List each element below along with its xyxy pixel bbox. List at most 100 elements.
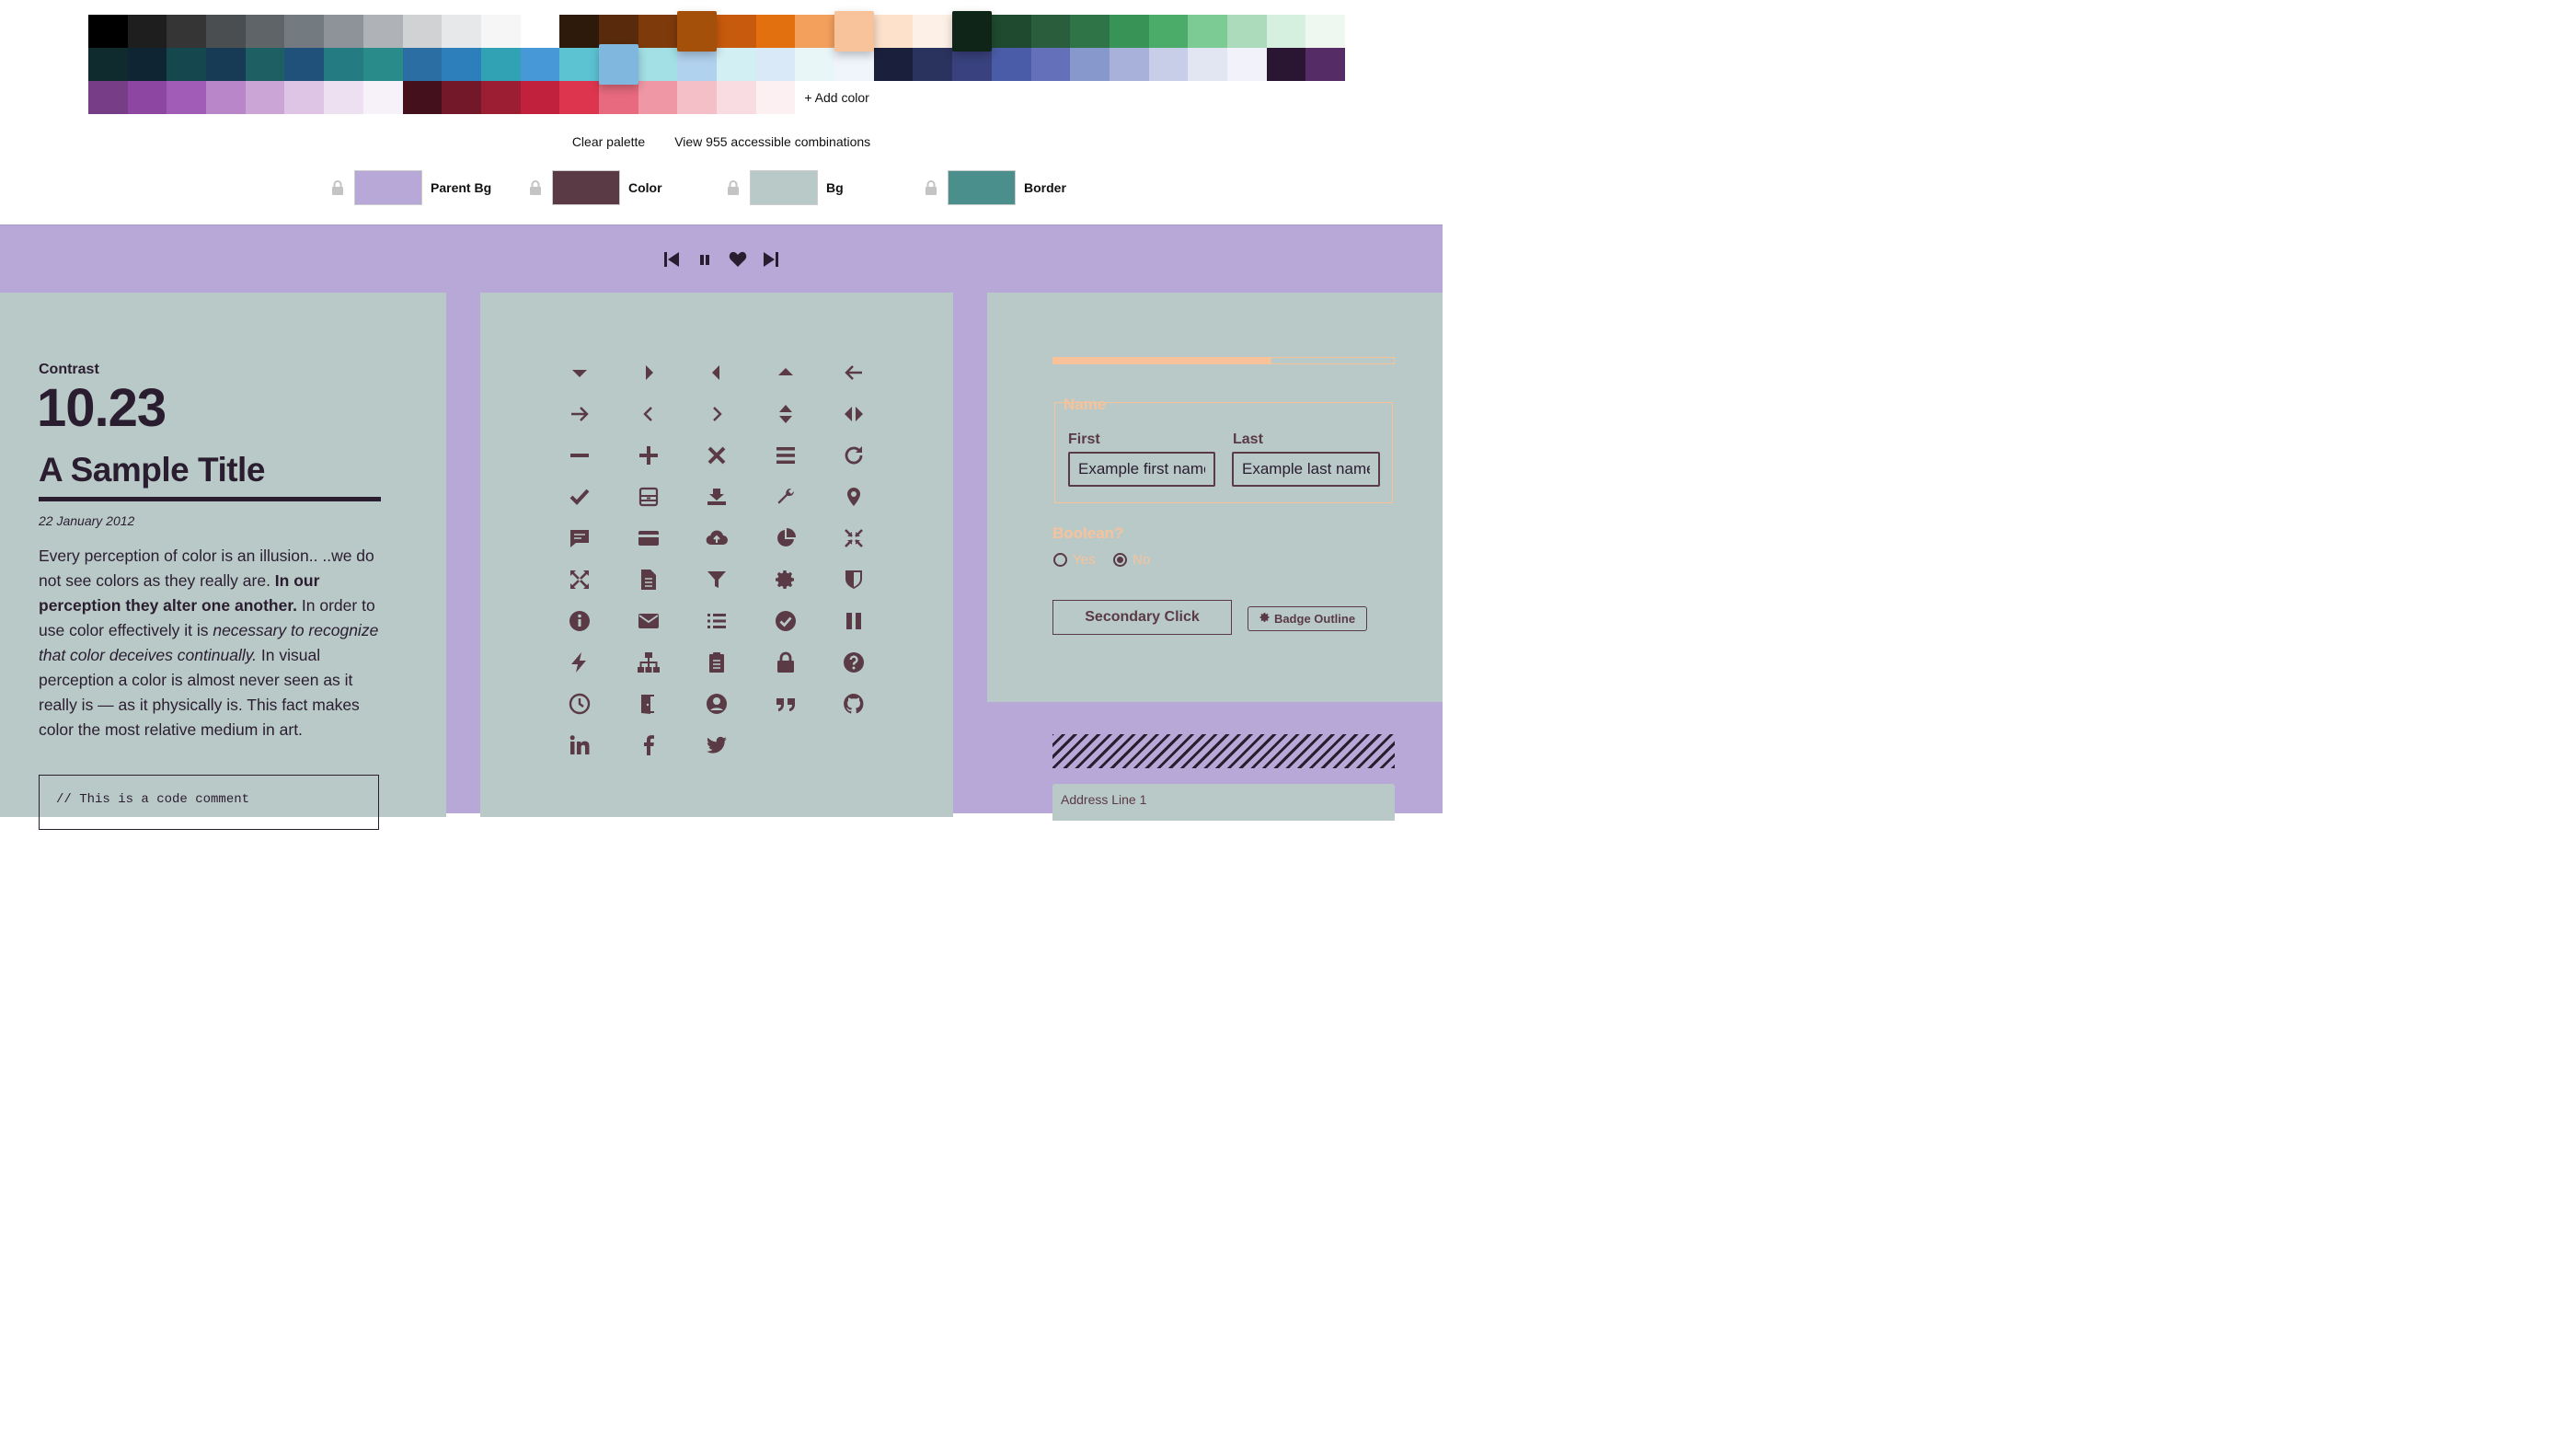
color-swatch[interactable] — [442, 15, 481, 48]
address-line-1-input[interactable]: Address Line 1 — [1052, 784, 1395, 821]
color-swatch[interactable] — [1148, 15, 1189, 48]
color-swatch[interactable] — [284, 81, 325, 114]
color-swatch[interactable] — [362, 15, 403, 48]
color-swatch[interactable] — [952, 11, 992, 52]
color-swatch[interactable] — [402, 81, 443, 114]
color-swatch[interactable] — [245, 15, 285, 48]
color-swatch[interactable] — [755, 15, 796, 48]
bolt-icon[interactable] — [558, 641, 602, 683]
color-swatch[interactable] — [127, 48, 167, 81]
door-exit-icon[interactable] — [627, 683, 671, 724]
minus-icon[interactable] — [558, 434, 602, 476]
check-circle-icon[interactable] — [764, 600, 808, 641]
pause-icon[interactable] — [695, 247, 715, 271]
question-icon[interactable] — [832, 641, 876, 683]
lock-icon[interactable] — [764, 641, 808, 683]
code-arrows-icon[interactable] — [832, 393, 876, 434]
wrench-icon[interactable] — [764, 476, 808, 517]
info-icon[interactable] — [558, 600, 602, 641]
expand-icon[interactable] — [558, 558, 602, 600]
check-icon[interactable] — [558, 476, 602, 517]
color-swatch[interactable] — [480, 48, 521, 81]
color-swatch[interactable] — [991, 15, 1031, 48]
color-swatch[interactable] — [1266, 15, 1306, 48]
clock-icon[interactable] — [558, 683, 602, 724]
color-swatch[interactable] — [991, 48, 1031, 81]
color-swatch[interactable] — [520, 15, 560, 48]
color-swatch[interactable] — [638, 15, 678, 48]
role-color-chip[interactable] — [354, 170, 422, 205]
user-circle-icon[interactable] — [695, 683, 739, 724]
first-name-input[interactable] — [1068, 452, 1215, 487]
color-swatch[interactable] — [324, 48, 363, 81]
linkedin-icon[interactable] — [558, 724, 602, 765]
download-tray-icon[interactable] — [695, 476, 739, 517]
clear-palette-button[interactable]: Clear palette — [572, 134, 645, 149]
chevron-left-icon[interactable] — [627, 393, 671, 434]
color-swatch[interactable] — [88, 81, 128, 114]
color-swatch[interactable] — [559, 15, 599, 48]
quote-icon[interactable] — [764, 683, 808, 724]
color-swatch[interactable] — [834, 11, 874, 52]
color-swatch[interactable] — [677, 81, 717, 114]
filter-icon[interactable] — [695, 558, 739, 600]
gear-icon[interactable] — [764, 558, 808, 600]
color-swatch[interactable] — [1030, 48, 1071, 81]
heart-icon[interactable] — [728, 247, 748, 271]
document-icon[interactable] — [627, 558, 671, 600]
color-swatch[interactable] — [755, 48, 796, 81]
role-color-chip[interactable] — [552, 170, 620, 205]
cloud-upload-icon[interactable] — [695, 517, 739, 558]
plus-icon[interactable] — [627, 434, 671, 476]
color-swatch[interactable] — [677, 11, 717, 52]
add-color-button[interactable]: + Add color — [795, 81, 878, 114]
skip-forward-icon[interactable] — [761, 247, 781, 271]
color-swatch[interactable] — [559, 81, 599, 114]
color-swatch[interactable] — [1030, 15, 1071, 48]
color-swatch[interactable] — [598, 81, 638, 114]
color-swatch[interactable] — [1109, 15, 1149, 48]
radio-yes[interactable]: Yes — [1053, 552, 1095, 568]
color-swatch[interactable] — [520, 81, 560, 114]
color-swatch[interactable] — [1188, 15, 1227, 48]
clipboard-icon[interactable] — [695, 641, 739, 683]
color-swatch[interactable] — [873, 48, 914, 81]
shield-icon[interactable] — [832, 558, 876, 600]
radio-no[interactable]: No — [1113, 552, 1150, 568]
color-swatch[interactable] — [362, 48, 403, 81]
color-swatch[interactable] — [795, 15, 835, 48]
color-swatch[interactable] — [1305, 48, 1345, 81]
comment-icon[interactable] — [558, 517, 602, 558]
color-swatch[interactable] — [677, 48, 717, 81]
sort-icon[interactable] — [764, 393, 808, 434]
color-swatch[interactable] — [1109, 48, 1149, 81]
pause-bars-icon[interactable] — [832, 600, 876, 641]
color-swatch[interactable] — [324, 15, 363, 48]
color-swatch[interactable] — [717, 81, 756, 114]
lock-icon[interactable] — [724, 178, 742, 197]
twitter-icon[interactable] — [695, 724, 739, 765]
facebook-icon[interactable] — [627, 724, 671, 765]
refresh-icon[interactable] — [832, 434, 876, 476]
color-swatch[interactable] — [324, 81, 363, 114]
credit-card-icon[interactable] — [627, 517, 671, 558]
lock-icon[interactable] — [526, 178, 545, 197]
color-swatch[interactable] — [127, 15, 167, 48]
color-swatch[interactable] — [167, 48, 207, 81]
color-swatch[interactable] — [442, 48, 481, 81]
color-swatch[interactable] — [598, 44, 638, 85]
chevron-right-icon[interactable] — [695, 393, 739, 434]
color-swatch[interactable] — [206, 15, 246, 48]
color-swatch[interactable] — [442, 81, 481, 114]
github-icon[interactable] — [832, 683, 876, 724]
color-swatch[interactable] — [717, 15, 756, 48]
mail-icon[interactable] — [627, 600, 671, 641]
color-swatch[interactable] — [88, 48, 128, 81]
arrow-left-icon[interactable] — [832, 351, 876, 393]
color-swatch[interactable] — [245, 81, 285, 114]
color-swatch[interactable] — [480, 81, 521, 114]
sitemap-icon[interactable] — [627, 641, 671, 683]
caret-right-icon[interactable] — [627, 351, 671, 393]
pie-chart-icon[interactable] — [764, 517, 808, 558]
archive-icon[interactable] — [627, 476, 671, 517]
